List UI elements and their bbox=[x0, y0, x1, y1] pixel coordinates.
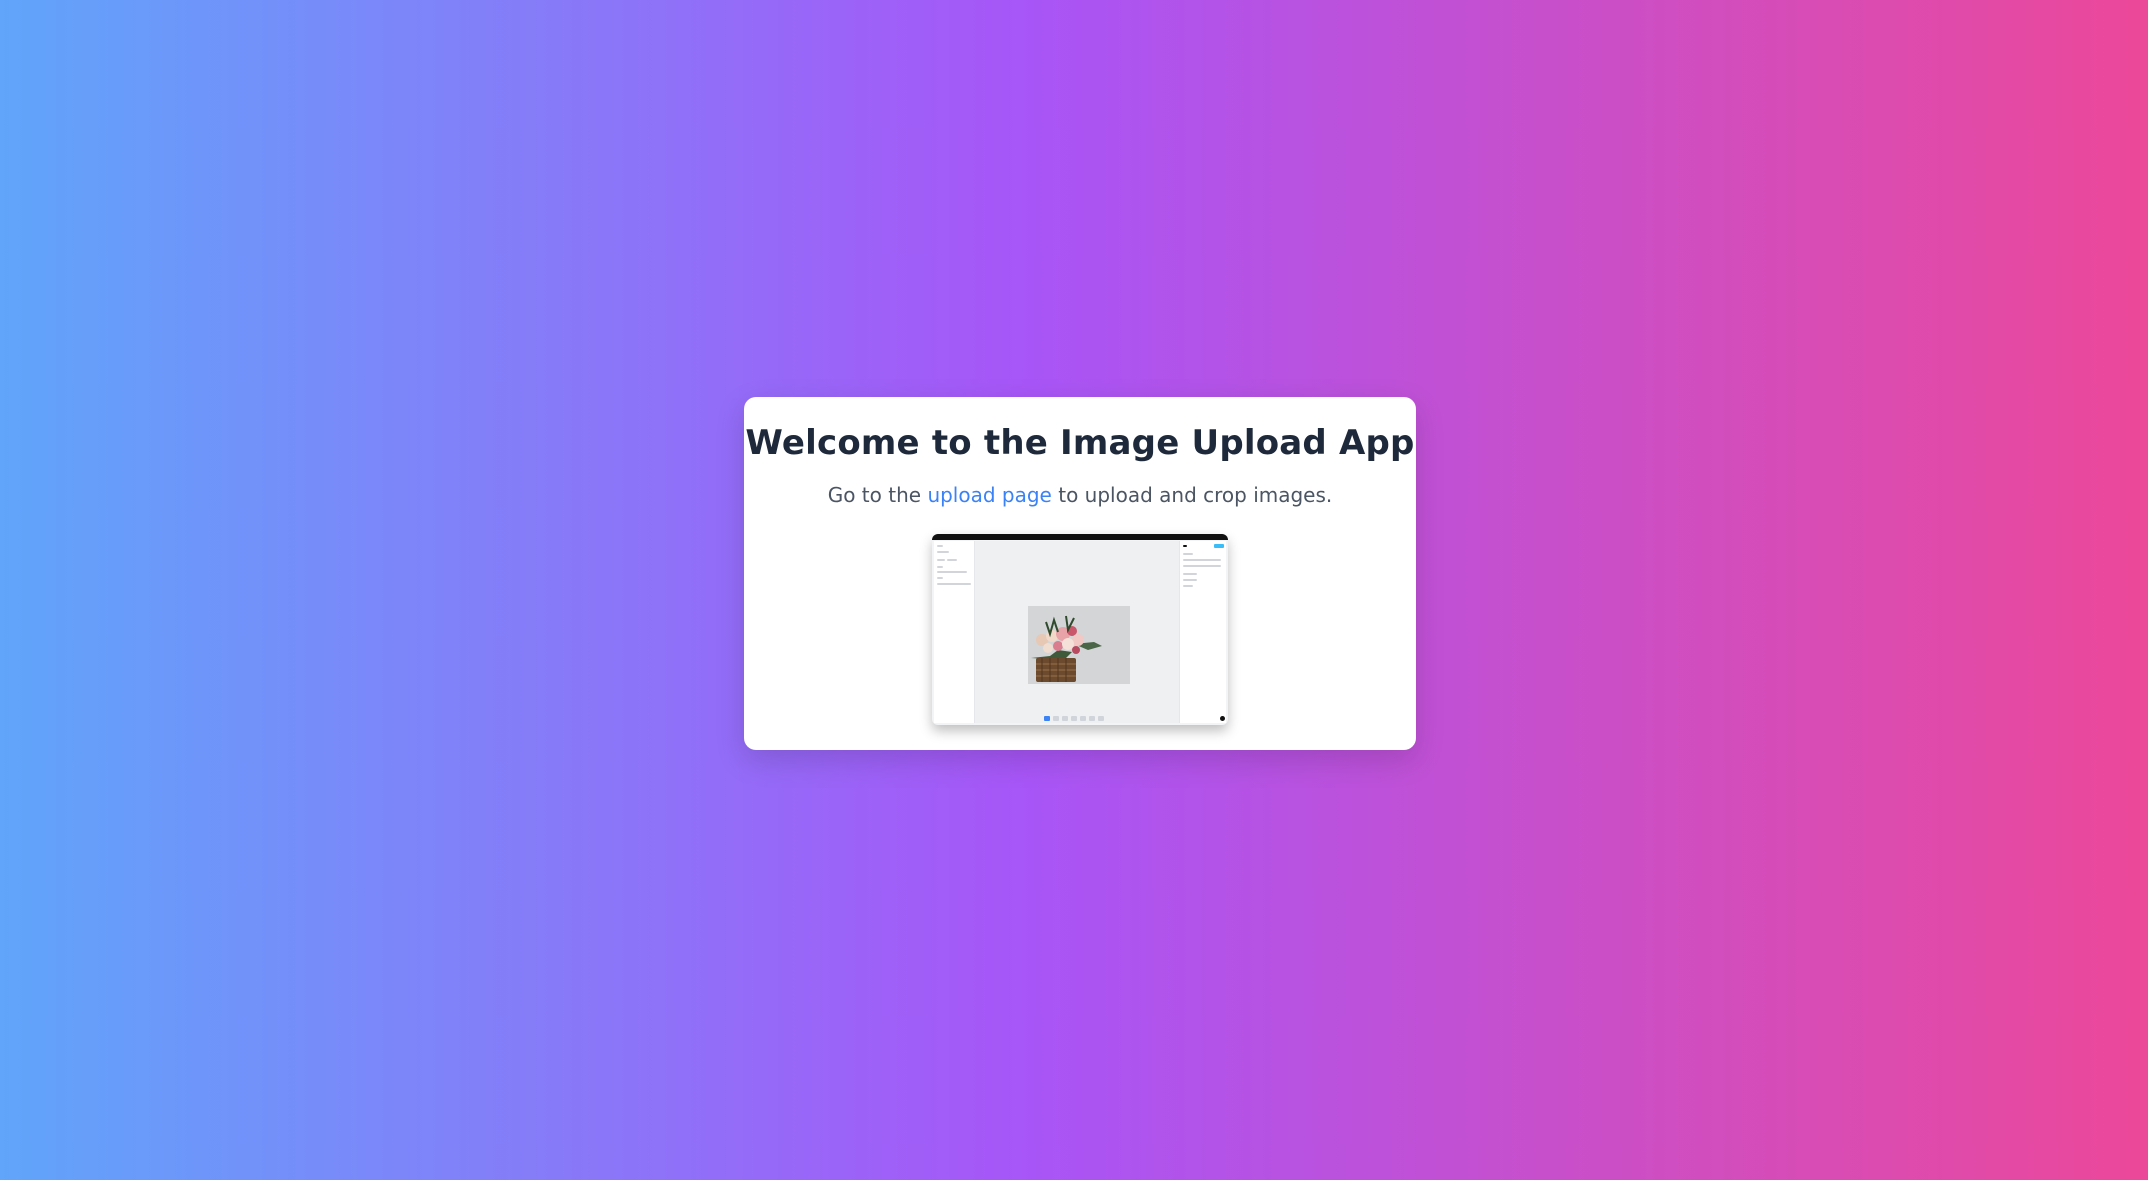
app-preview-image bbox=[932, 534, 1228, 725]
preview-help-icon bbox=[1220, 716, 1225, 721]
intro-text: Go to the upload page to upload and crop… bbox=[744, 483, 1416, 507]
welcome-card: Welcome to the Image Upload App Go to th… bbox=[744, 397, 1416, 750]
preview-topbar bbox=[932, 534, 1228, 540]
upload-page-link[interactable]: upload page bbox=[927, 483, 1051, 507]
preview-save-button bbox=[1214, 544, 1224, 548]
page-title: Welcome to the Image Upload App bbox=[745, 423, 1415, 463]
preview-toolbar bbox=[1044, 716, 1114, 721]
intro-prefix: Go to the bbox=[827, 483, 928, 507]
intro-suffix: to upload and crop images. bbox=[1051, 483, 1333, 507]
flower-photo bbox=[1028, 606, 1130, 684]
preview-right-panel bbox=[1179, 541, 1226, 723]
preview-left-panel bbox=[934, 541, 975, 723]
flower-basket-icon bbox=[1028, 606, 1130, 684]
